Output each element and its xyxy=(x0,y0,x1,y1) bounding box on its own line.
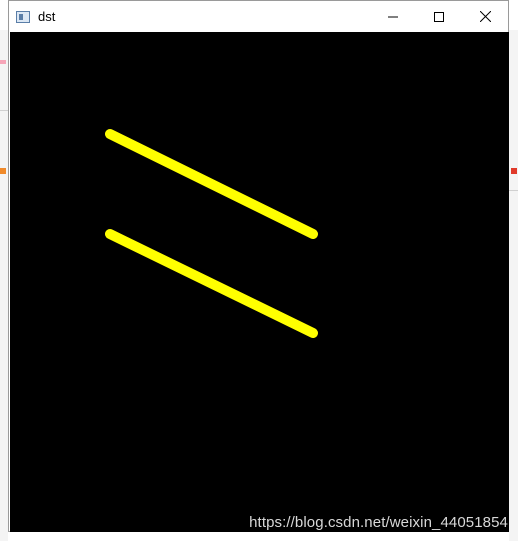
close-button[interactable] xyxy=(462,1,508,32)
background-app-strip xyxy=(0,30,8,541)
background-red-accent-right xyxy=(511,168,517,174)
opencv-window: dst xyxy=(8,0,509,532)
yellow-line-top xyxy=(105,129,318,239)
maximize-icon xyxy=(434,11,444,22)
background-divider-right xyxy=(509,190,518,191)
background-divider xyxy=(0,110,8,111)
drawn-lines xyxy=(105,129,318,338)
image-canvas xyxy=(10,32,509,532)
close-icon xyxy=(479,11,491,22)
window-title: dst xyxy=(38,9,56,24)
yellow-line-bottom xyxy=(105,229,318,338)
title-bar[interactable]: dst xyxy=(9,1,508,32)
background-app-strip-right xyxy=(509,30,518,541)
minimize-icon xyxy=(388,16,398,17)
background-orange-accent xyxy=(0,168,6,174)
minimize-button[interactable] xyxy=(370,1,416,32)
maximize-button[interactable] xyxy=(416,1,462,32)
opencv-window-icon xyxy=(16,10,30,23)
background-red-accent xyxy=(0,60,6,64)
watermark-url: https://blog.csdn.net/weixin_44051854 xyxy=(249,514,508,531)
